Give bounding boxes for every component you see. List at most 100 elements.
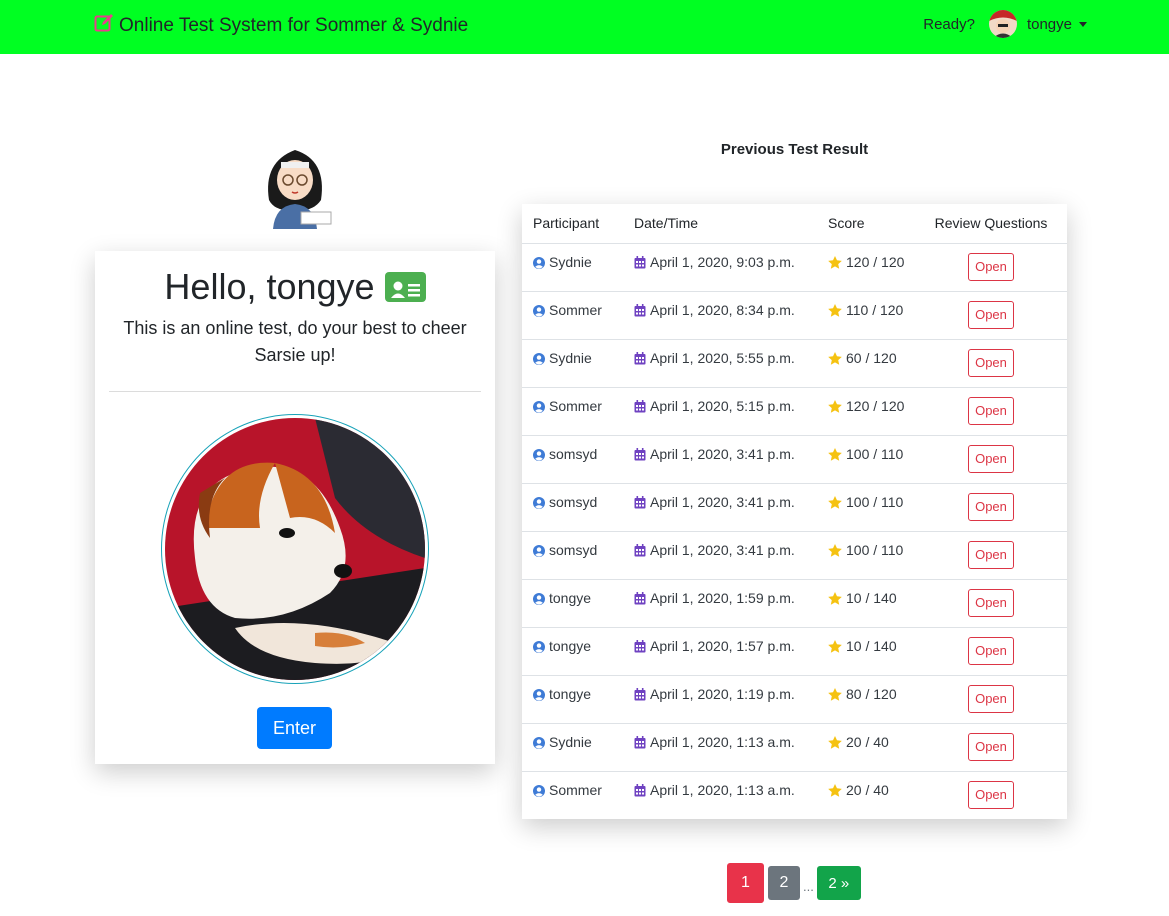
open-review-button[interactable]: Open bbox=[968, 444, 1014, 473]
brand-title: Online Test System for Sommer & Sydnie bbox=[119, 15, 469, 36]
table-header-row: Participant Date/Time Score Review Quest… bbox=[522, 204, 1067, 244]
open-review-button[interactable]: Open bbox=[968, 348, 1014, 377]
caret-down-icon bbox=[1079, 22, 1087, 28]
table-row: Sommer April 1, 2020, 1:13 a.m. 20 / 40 Ope… bbox=[522, 771, 1067, 819]
score-cell: 20 / 40 bbox=[817, 723, 915, 772]
open-review-button[interactable]: Open bbox=[968, 396, 1014, 425]
user-circle-icon bbox=[533, 592, 545, 608]
datetime-cell: April 1, 2020, 9:03 p.m. bbox=[623, 243, 817, 292]
score-cell: 100 / 110 bbox=[817, 483, 915, 532]
datetime-cell: April 1, 2020, 3:41 p.m. bbox=[623, 531, 817, 580]
datetime-cell: April 1, 2020, 5:55 p.m. bbox=[623, 339, 817, 388]
star-icon bbox=[828, 447, 842, 464]
header-datetime: Date/Time bbox=[623, 204, 817, 244]
review-cell: Open bbox=[915, 675, 1067, 724]
results-title: Previous Test Result bbox=[720, 141, 869, 158]
datetime-cell: April 1, 2020, 3:41 p.m. bbox=[623, 483, 817, 532]
participant-cell: tongye bbox=[522, 675, 623, 724]
enter-button[interactable]: Enter bbox=[257, 707, 332, 749]
username-label: tongye bbox=[1026, 15, 1072, 33]
brand-link[interactable]: Online Test System for Sommer & Sydnie bbox=[94, 13, 468, 39]
open-review-button[interactable]: Open bbox=[968, 684, 1014, 713]
pagination: 1 2 ... 2 » bbox=[727, 863, 861, 903]
datetime-value: April 1, 2020, 5:15 p.m. bbox=[650, 397, 795, 414]
table-row: Sommer April 1, 2020, 5:15 p.m. 120 / 120 O… bbox=[522, 387, 1067, 436]
calendar-icon bbox=[634, 687, 646, 704]
star-icon bbox=[828, 783, 842, 800]
participant-cell: tongye bbox=[522, 627, 623, 676]
user-circle-icon bbox=[533, 544, 545, 560]
participant-name: somsyd bbox=[549, 541, 598, 558]
avatar[interactable] bbox=[988, 10, 1017, 38]
star-icon bbox=[828, 735, 842, 752]
review-cell: Open bbox=[915, 483, 1067, 532]
review-cell: Open bbox=[915, 627, 1067, 676]
review-cell: Open bbox=[915, 291, 1067, 340]
page-1-button[interactable]: 1 bbox=[727, 863, 764, 903]
participant-name: tongye bbox=[549, 637, 592, 654]
datetime-value: April 1, 2020, 1:57 p.m. bbox=[650, 637, 795, 654]
open-review-button[interactable]: Open bbox=[968, 636, 1014, 665]
results-table: Participant Date/Time Score Review Quest… bbox=[522, 204, 1067, 819]
welcome-card: Hello, tongye This is an online test, do… bbox=[95, 251, 495, 764]
score-value: 60 / 120 bbox=[846, 349, 897, 366]
participant-cell: Sommer bbox=[522, 771, 623, 819]
last-page-button[interactable]: 2 » bbox=[816, 866, 861, 900]
datetime-value: April 1, 2020, 1:19 p.m. bbox=[650, 685, 795, 702]
score-cell: 120 / 120 bbox=[817, 387, 915, 436]
participant-name: tongye bbox=[549, 589, 592, 606]
review-cell: Open bbox=[915, 243, 1067, 292]
calendar-icon bbox=[634, 543, 646, 560]
review-cell: Open bbox=[915, 387, 1067, 436]
score-cell: 80 / 120 bbox=[817, 675, 915, 724]
participant-name: somsyd bbox=[549, 493, 598, 510]
table-row: Sydnie April 1, 2020, 5:55 p.m. 60 / 120 Op… bbox=[522, 339, 1067, 388]
star-icon bbox=[828, 351, 842, 368]
open-review-button[interactable]: Open bbox=[968, 732, 1014, 761]
open-review-button[interactable]: Open bbox=[968, 588, 1014, 617]
greeting-text: Hello, tongye bbox=[164, 266, 375, 307]
table-row: Sommer April 1, 2020, 8:34 p.m. 110 / 120 O… bbox=[522, 291, 1067, 340]
score-value: 100 / 110 bbox=[846, 493, 904, 510]
calendar-icon bbox=[634, 351, 646, 368]
header-score: Score bbox=[817, 204, 915, 244]
datetime-value: April 1, 2020, 3:41 p.m. bbox=[650, 541, 795, 558]
user-circle-icon bbox=[533, 784, 545, 800]
ready-text: Ready? bbox=[923, 15, 975, 33]
open-review-button[interactable]: Open bbox=[968, 492, 1014, 521]
calendar-icon bbox=[634, 735, 646, 752]
open-review-button[interactable]: Open bbox=[968, 540, 1014, 569]
score-cell: 10 / 140 bbox=[817, 627, 915, 676]
open-review-button[interactable]: Open bbox=[968, 252, 1014, 281]
user-circle-icon bbox=[533, 304, 545, 320]
participant-name: Sommer bbox=[549, 781, 602, 798]
cartoon-avatar-image bbox=[251, 140, 340, 229]
datetime-value: April 1, 2020, 8:34 p.m. bbox=[650, 301, 795, 318]
score-value: 120 / 120 bbox=[846, 253, 905, 270]
star-icon bbox=[828, 399, 842, 416]
username-dropdown[interactable]: tongye bbox=[1027, 16, 1087, 33]
participant-cell: Sydnie bbox=[522, 243, 623, 292]
user-circle-icon bbox=[533, 688, 545, 704]
table-row: somsyd April 1, 2020, 3:41 p.m. 100 / 110 O… bbox=[522, 531, 1067, 580]
user-circle-icon bbox=[533, 496, 545, 512]
dog-photo-frame bbox=[161, 414, 429, 684]
pagination-ellipsis: ... bbox=[803, 878, 814, 894]
star-icon bbox=[828, 543, 842, 560]
open-review-button[interactable]: Open bbox=[968, 300, 1014, 329]
table-row: somsyd April 1, 2020, 3:41 p.m. 100 / 110 O… bbox=[522, 483, 1067, 532]
score-value: 20 / 40 bbox=[846, 733, 889, 750]
user-circle-icon bbox=[533, 352, 545, 368]
participant-name: tongye bbox=[549, 685, 592, 702]
datetime-value: April 1, 2020, 3:41 p.m. bbox=[650, 493, 795, 510]
navbar: Online Test System for Sommer & Sydnie R… bbox=[0, 0, 1169, 54]
participant-cell: Sydnie bbox=[522, 723, 623, 772]
welcome-message: This is an online test, do your best to … bbox=[123, 318, 467, 365]
page-2-button[interactable]: 2 bbox=[768, 866, 800, 900]
open-review-button[interactable]: Open bbox=[968, 780, 1014, 809]
score-value: 10 / 140 bbox=[846, 637, 897, 654]
table-row: somsyd April 1, 2020, 3:41 p.m. 100 / 110 O… bbox=[522, 435, 1067, 484]
table-row: Sydnie April 1, 2020, 9:03 p.m. 120 / 120 O… bbox=[522, 243, 1067, 292]
datetime-cell: April 1, 2020, 1:13 a.m. bbox=[623, 723, 817, 772]
user-circle-icon bbox=[533, 736, 545, 752]
